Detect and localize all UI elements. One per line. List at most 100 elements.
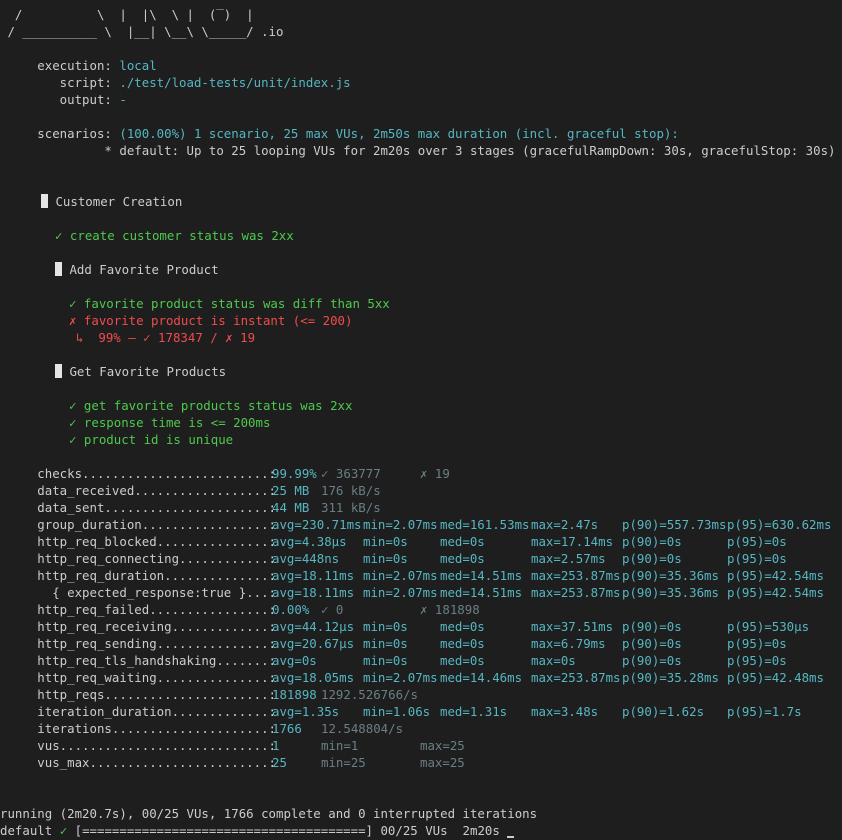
metric-value: max=3.48s: [531, 704, 599, 719]
metric-value: med=0s: [440, 619, 485, 634]
metric-value: p(95)=42.48ms: [727, 670, 824, 685]
metric-value: max=2.57ms: [531, 551, 606, 566]
metric-value: p(95)=0s: [727, 551, 787, 566]
footer-running-status: running (2m20.7s), 00/25 VUs, 1766 compl…: [0, 806, 538, 821]
metric-value: ✓ 0: [321, 602, 344, 617]
metric-name: http_req_receiving.............:: [0, 619, 284, 634]
metric-name: http_req_sending...............:: [0, 636, 284, 651]
metric-value: p(95)=0s: [727, 653, 787, 668]
metric-value: med=0s: [440, 551, 485, 566]
metric-value: ✗ 181898: [420, 602, 480, 617]
metric-value: avg=18.11ms: [272, 568, 355, 583]
metric-value: min=2.07ms: [363, 670, 438, 685]
metric-value: max=253.87ms: [531, 670, 621, 685]
metric-name: vus_max........................:: [0, 755, 284, 770]
metric-value: p(90)=0s: [622, 534, 682, 549]
metric-value: min=1.06s: [363, 704, 431, 719]
metric-value: avg=44.12µs: [272, 619, 355, 634]
metric-value: p(90)=0s: [622, 653, 682, 668]
metric-name: group_duration.................:: [0, 517, 284, 532]
metric-value: med=0s: [440, 534, 485, 549]
metric-value: max=0s: [531, 653, 576, 668]
metric-value: ✗ 19: [420, 466, 450, 481]
metric-value: min=0s: [363, 551, 408, 566]
footer-progress-line: default ✓ [=============================…: [0, 822, 515, 839]
scenarios-summary: scenarios: (100.00%) 1 scenario, 25 max …: [0, 126, 679, 141]
metric-value: avg=4.38µs: [272, 534, 347, 549]
metric-value: p(90)=0s: [622, 636, 682, 651]
metric-value: avg=20.67µs: [272, 636, 355, 651]
metric-name: http_req_tls_handshaking.......:: [0, 653, 284, 668]
group-customer-creation: Customer Creation: [41, 193, 182, 210]
metric-value: med=14.46ms: [440, 670, 523, 685]
check-product-id: ✓ product id is unique: [69, 432, 234, 447]
metric-name: http_req_blocked...............:: [0, 534, 284, 549]
metric-value: med=0s: [440, 636, 485, 651]
metric-value: min=0s: [363, 619, 408, 634]
metric-value: min=0s: [363, 636, 408, 651]
metric-value: max=17.14ms: [531, 534, 614, 549]
metric-value: med=161.53ms: [440, 517, 530, 532]
metric-value: 176 kB/s: [321, 483, 381, 498]
metric-value: max=6.79ms: [531, 636, 606, 651]
metric-value: min=0s: [363, 534, 408, 549]
check-response-time: ✓ response time is <= 200ms: [69, 415, 271, 430]
metric-value: p(95)=42.54ms: [727, 585, 824, 600]
metric-name: iterations.....................:: [0, 721, 284, 736]
metric-value: 1292.526766/s: [321, 687, 418, 702]
metric-name: http_req_failed................:: [0, 602, 284, 617]
terminal-window[interactable]: / \ | |\ \ | (‾) | / __________ \ |__| \…: [0, 0, 842, 840]
metric-value: 181898: [272, 687, 317, 702]
metric-value: 25 MB: [272, 483, 310, 498]
check-fav-instant: ✗ favorite product is instant (<= 200): [69, 313, 353, 328]
metric-value: 99.99%: [272, 466, 317, 481]
metric-value: p(90)=35.36ms: [622, 585, 719, 600]
check-fav-instant-detail: ↳ 99% — ✓ 178347 / ✗ 19: [76, 330, 256, 345]
metric-value: max=25: [420, 738, 465, 753]
metric-value: min=2.07ms: [363, 517, 438, 532]
metric-name: { expected_response:true }...:: [0, 585, 284, 600]
metric-value: med=14.51ms: [440, 585, 523, 600]
check-create-status: ✓ create customer status was 2xx: [55, 228, 294, 243]
group-get-favorites: Get Favorite Products: [55, 363, 226, 380]
metric-name: iteration_duration.............:: [0, 704, 284, 719]
metric-value: p(90)=35.28ms: [622, 670, 719, 685]
metric-value: 1766: [272, 721, 302, 736]
metric-value: max=37.51ms: [531, 619, 614, 634]
metric-value: med=1.31s: [440, 704, 508, 719]
metric-value: 311 kB/s: [321, 500, 381, 515]
metric-value: p(90)=1.62s: [622, 704, 705, 719]
terminal-cursor: [507, 836, 515, 838]
metric-value: p(95)=630.62ms: [727, 517, 832, 532]
check-fav-status: ✓ favorite product status was diff than …: [69, 296, 390, 311]
metric-name: vus............................:: [0, 738, 284, 753]
metric-value: min=1: [321, 738, 359, 753]
metric-value: p(95)=42.54ms: [727, 568, 824, 583]
metric-name: http_reqs......................:: [0, 687, 284, 702]
metric-value: p(90)=557.73ms: [622, 517, 727, 532]
option-script: script: ./test/load-tests/unit/index.js: [0, 75, 351, 90]
metric-value: min=2.07ms: [363, 585, 438, 600]
metric-value: min=25: [321, 755, 366, 770]
metric-value: max=253.87ms: [531, 568, 621, 583]
metric-name: data_received..................:: [0, 483, 284, 498]
metric-value: avg=0s: [272, 653, 317, 668]
option-output: output: -: [0, 92, 127, 107]
metric-value: med=14.51ms: [440, 568, 523, 583]
metric-name: http_req_connecting............:: [0, 551, 284, 566]
metric-value: avg=18.11ms: [272, 585, 355, 600]
scenarios-detail: * default: Up to 25 looping VUs for 2m20…: [0, 143, 836, 158]
option-execution: execution: local: [0, 58, 157, 73]
metric-value: p(90)=0s: [622, 551, 682, 566]
metric-value: avg=448ns: [272, 551, 340, 566]
metric-value: max=2.47s: [531, 517, 599, 532]
metric-value: p(90)=0s: [622, 619, 682, 634]
group-add-favorite: Add Favorite Product: [55, 261, 219, 278]
metric-name: data_sent......................:: [0, 500, 284, 515]
metric-value: ✓ 363777: [321, 466, 381, 481]
check-get-status: ✓ get favorite products status was 2xx: [69, 398, 353, 413]
metric-value: avg=1.35s: [272, 704, 340, 719]
metric-value: p(95)=1.7s: [727, 704, 802, 719]
metric-value: p(95)=0s: [727, 636, 787, 651]
metric-value: avg=18.05ms: [272, 670, 355, 685]
